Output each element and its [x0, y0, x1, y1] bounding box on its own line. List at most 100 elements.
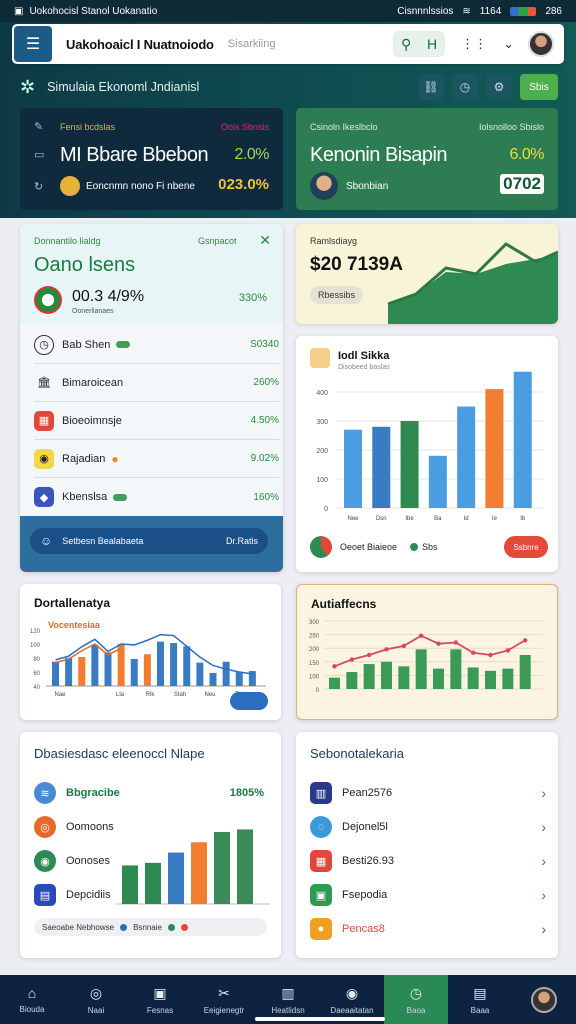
bar	[400, 421, 419, 508]
list-item[interactable]: ● Pencas8 ›	[310, 912, 546, 946]
bar	[196, 662, 204, 686]
list-item[interactable]: ◉ Rajadian ● 9.02%	[34, 440, 279, 478]
list-item[interactable]: ◷ Bab Shen S0340	[34, 326, 279, 364]
bar	[157, 641, 164, 686]
menu-button[interactable]: ☰	[14, 26, 52, 62]
nav-item-home[interactable]: ⌂ Biouda	[0, 975, 64, 1024]
nav-item-label: Baaa	[470, 1005, 490, 1015]
stat-label-right: Oois Sbnsis	[220, 122, 269, 132]
list-item-value: S0340	[250, 339, 279, 350]
clock-icon[interactable]: ◷	[452, 74, 478, 100]
status-battery-text: 286	[545, 5, 562, 17]
battery-icon	[510, 6, 537, 16]
bar	[485, 670, 496, 689]
x-tick-label: Nee	[347, 516, 359, 522]
close-icon[interactable]: ✕	[259, 232, 271, 249]
x-tick-label: Lla	[116, 692, 125, 698]
list-item-label: Pean2576	[342, 787, 393, 799]
economic-map-panel: Dbasiesdasc eleenoccl Nlape ≋ Bbgracibe …	[20, 732, 281, 958]
footer-button-right: Dr.Ratis	[225, 536, 258, 546]
search-tools[interactable]: ⚲ H	[393, 31, 446, 57]
nav-item-markets[interactable]: ◎ Naai	[64, 975, 128, 1024]
bar	[363, 664, 375, 689]
search-icon[interactable]: ⚲	[401, 36, 411, 53]
settings-icon[interactable]: ⚙	[486, 74, 512, 100]
bar	[381, 661, 392, 689]
avatar[interactable]	[528, 31, 554, 57]
data-point	[470, 650, 476, 655]
nav-item-stats[interactable]: ▤ Baaa	[448, 975, 512, 1024]
x-tick-label: Ibe	[405, 516, 414, 522]
data-point	[453, 640, 459, 645]
data-point	[522, 638, 528, 643]
sub-header-button[interactable]: Sbis	[520, 74, 558, 100]
panel-tag-right: Gsnpacot	[198, 236, 237, 246]
y-tick-label: 60	[33, 671, 40, 677]
legend-label: Oeoet Biaieoe	[340, 542, 398, 552]
chevron-right-icon: ›	[541, 887, 546, 903]
list-item-value: 4.50%	[250, 415, 279, 426]
nav-item-engineering[interactable]: ✂ Eeigienegtr	[192, 975, 256, 1024]
smile-icon: ☺	[40, 534, 53, 548]
folder-icon: ▣	[310, 884, 332, 906]
stat-card-primary[interactable]: Fensi bcdslas Oois Sbnsis ✎ ▭ ↻ MI Bbare…	[20, 108, 283, 210]
stat-percent: 2.0%	[234, 146, 270, 163]
nav-item-clock[interactable]: ◷ Baoa	[384, 975, 448, 1024]
nav-item-label: Heatlidsn	[271, 1005, 305, 1015]
bar	[209, 672, 217, 686]
nav-item-profile[interactable]	[512, 975, 576, 1024]
list-item[interactable]: ▦ Bioeoimnsje 4.50%	[34, 402, 279, 440]
nav-item-reports[interactable]: ▣ Fesnas	[128, 975, 192, 1024]
building-icon: 🏛	[37, 377, 51, 389]
status-bar: ▣ Uokohocisl Stanol Uokanatio Cisnnnlssi…	[0, 0, 576, 22]
bar	[457, 406, 476, 508]
bar	[428, 455, 447, 508]
list-item[interactable]: ▥ Pean2576 ›	[310, 776, 546, 810]
status-left-text: Uokohocisl Stanol Uokanatio	[29, 5, 158, 17]
bar	[91, 644, 99, 686]
status-badge	[116, 341, 131, 348]
list-item[interactable]: ◆ Kbenslsa 160%	[34, 478, 279, 516]
chart-action-button[interactable]: Ssbnre	[504, 536, 548, 558]
bar	[433, 668, 444, 689]
chevron-down-icon[interactable]: ⌄	[503, 36, 514, 52]
grid-icon[interactable]: ⋮⋮	[461, 36, 487, 52]
clock-icon: ◷	[34, 334, 54, 355]
status-time: 1164	[479, 5, 502, 17]
sub-header: ✲ Simulaia Ekonoml Jndianisl ⛓ ◷ ⚙ Sbis	[20, 70, 558, 104]
data-point	[332, 664, 337, 669]
bar	[170, 643, 178, 686]
wifi-icon: ≋	[462, 5, 471, 17]
data-point	[505, 648, 511, 653]
y-tick-label: 40	[33, 685, 40, 691]
list-item-label: Fsepodia	[342, 889, 388, 901]
legend-label: Sbs	[422, 542, 438, 552]
list-item[interactable]: ▦ Besti26.93 ›	[310, 844, 546, 878]
list-item[interactable]: ▣ Fsepodia ›	[310, 878, 546, 912]
stat-card-secondary[interactable]: Csinoln Ikeslbclo Iolsnolloo Sbislo Keno…	[296, 108, 558, 210]
list-item-label: Bimaroicean	[62, 376, 124, 389]
person-icon	[310, 172, 338, 200]
bar	[513, 371, 532, 508]
footer-button[interactable]: ☺ Setbesn Bealabaeta Dr.Ratis	[30, 528, 268, 554]
list-item-value: 160%	[253, 491, 279, 503]
list-item[interactable]: ◌ Dejonel5l ›	[310, 810, 546, 844]
y-tick-label: 150	[309, 661, 320, 667]
bar	[143, 654, 151, 686]
chevron-right-icon: ›	[541, 785, 546, 801]
legend-dot	[180, 923, 188, 931]
legend-label: Bsnnaie	[133, 922, 162, 932]
filter-icon[interactable]: H	[427, 36, 437, 52]
search-input[interactable]: Sisarkiing	[228, 38, 276, 50]
chart-toggle-button[interactable]	[230, 692, 268, 710]
stat-title: MI Bbare Bbebon	[60, 144, 209, 166]
trend-card[interactable]: Ramlsdiayg $20 7139A Rbessibs	[296, 224, 558, 324]
list-item-value: 9.02%	[250, 453, 279, 464]
link-icon[interactable]: ⛓	[418, 74, 444, 100]
bar	[183, 646, 191, 686]
bar	[329, 677, 340, 689]
bar	[237, 829, 253, 904]
list-item[interactable]: 🏛 Bimaroicean 260%	[34, 364, 279, 402]
y-tick-label: 400	[316, 390, 328, 397]
chevron-right-icon: ›	[541, 921, 546, 937]
